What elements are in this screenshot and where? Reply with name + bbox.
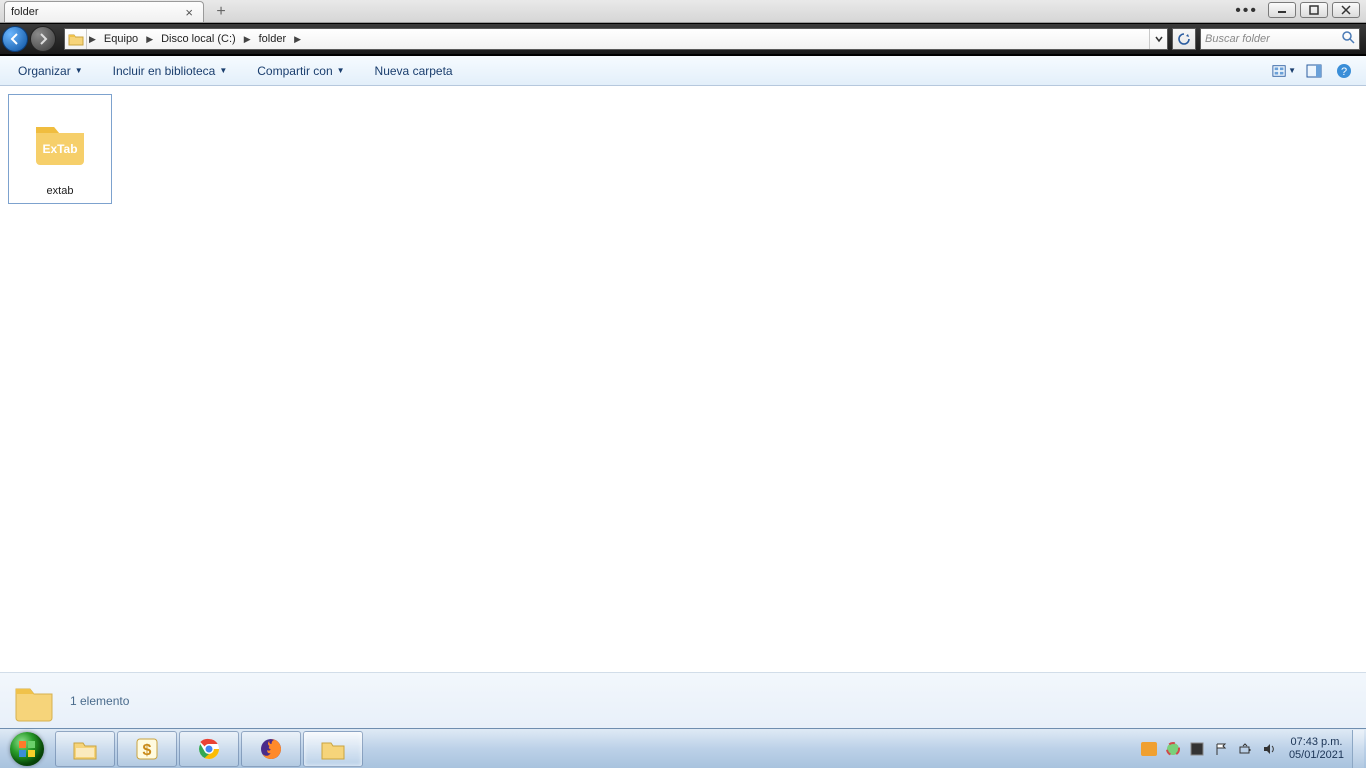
file-item-extab[interactable]: ExTab extab <box>8 94 112 204</box>
details-pane: 1 elemento <box>0 672 1366 728</box>
svg-text:$: $ <box>143 742 152 759</box>
taskbar-item-chrome[interactable] <box>179 731 239 767</box>
system-tray: 07:43 p.m. 05/01/2021 <box>1137 729 1366 768</box>
taskbar: $ 07:43 p.m. 05/01/2021 <box>0 728 1366 768</box>
menu-ellipsis-button[interactable]: ••• <box>1229 2 1264 20</box>
tab-strip: folder × + ••• <box>0 0 1366 23</box>
new-tab-button[interactable]: + <box>210 3 232 21</box>
address-history-dropdown[interactable] <box>1149 29 1167 49</box>
organize-menu[interactable]: Organizar▼ <box>10 60 91 82</box>
preview-pane-button[interactable] <box>1302 60 1326 82</box>
chevron-right-icon: ▶ <box>292 34 303 45</box>
taskbar-item-firefox[interactable] <box>241 731 301 767</box>
tray-power-icon[interactable] <box>1236 740 1254 758</box>
share-with-menu[interactable]: Compartir con▼ <box>249 60 352 82</box>
navigation-bar: ▶ Equipo ▶ Disco local (C:) ▶ folder ▶ B… <box>0 23 1366 56</box>
svg-text:?: ? <box>1341 66 1347 78</box>
nav-back-button[interactable] <box>2 26 28 52</box>
chevron-down-icon: ▼ <box>219 66 227 75</box>
new-folder-button[interactable]: Nueva carpeta <box>367 60 461 82</box>
search-icon <box>1342 31 1355 47</box>
file-name: extab <box>47 185 74 197</box>
help-button[interactable]: ? <box>1332 60 1356 82</box>
tray-icon-app3[interactable] <box>1188 740 1206 758</box>
window-minimize-button[interactable] <box>1268 2 1296 18</box>
start-button[interactable] <box>0 729 54 769</box>
address-folder-icon <box>65 29 87 49</box>
chevron-down-icon: ▼ <box>75 66 83 75</box>
tray-icon-app2[interactable] <box>1164 740 1182 758</box>
window-close-button[interactable] <box>1332 2 1360 18</box>
search-placeholder: Buscar folder <box>1205 33 1270 45</box>
chevron-down-icon: ▼ <box>1288 66 1296 75</box>
include-in-library-menu[interactable]: Incluir en biblioteca▼ <box>105 60 236 82</box>
chevron-right-icon: ▶ <box>144 34 155 45</box>
command-toolbar: Organizar▼ Incluir en biblioteca▼ Compar… <box>0 56 1366 86</box>
tab-folder[interactable]: folder × <box>4 1 204 22</box>
clock-time: 07:43 p.m. <box>1289 736 1344 749</box>
tab-close-button[interactable]: × <box>181 5 197 20</box>
file-list[interactable]: ExTab extab <box>0 86 1366 672</box>
tab-title: folder <box>11 6 39 18</box>
search-input[interactable]: Buscar folder <box>1200 28 1360 50</box>
details-summary: 1 elemento <box>70 694 129 708</box>
file-icon: ExTab <box>20 101 100 181</box>
breadcrumb-folder[interactable]: folder <box>253 29 293 49</box>
window-maximize-button[interactable] <box>1300 2 1328 18</box>
nav-forward-button[interactable] <box>30 26 56 52</box>
address-bar[interactable]: ▶ Equipo ▶ Disco local (C:) ▶ folder ▶ <box>64 28 1168 50</box>
chevron-right-icon: ▶ <box>242 34 253 45</box>
taskbar-item-app-dollar[interactable]: $ <box>117 731 177 767</box>
breadcrumb-disco-local-c[interactable]: Disco local (C:) <box>155 29 242 49</box>
taskbar-clock[interactable]: 07:43 p.m. 05/01/2021 <box>1281 736 1352 762</box>
taskbar-item-explorer[interactable] <box>55 731 115 767</box>
taskbar-item-folder-active[interactable] <box>303 731 363 767</box>
tray-volume-icon[interactable] <box>1260 740 1278 758</box>
breadcrumb-equipo[interactable]: Equipo <box>98 29 144 49</box>
refresh-button[interactable] <box>1172 28 1196 50</box>
svg-text:ExTab: ExTab <box>42 142 77 156</box>
show-desktop-button[interactable] <box>1352 730 1364 768</box>
chevron-right-icon: ▶ <box>87 34 98 45</box>
view-options-button[interactable]: ▼ <box>1272 60 1296 82</box>
chevron-down-icon: ▼ <box>337 66 345 75</box>
details-folder-icon <box>12 679 56 723</box>
tray-icon-app1[interactable] <box>1140 740 1158 758</box>
tray-flag-icon[interactable] <box>1212 740 1230 758</box>
clock-date: 05/01/2021 <box>1289 749 1344 762</box>
